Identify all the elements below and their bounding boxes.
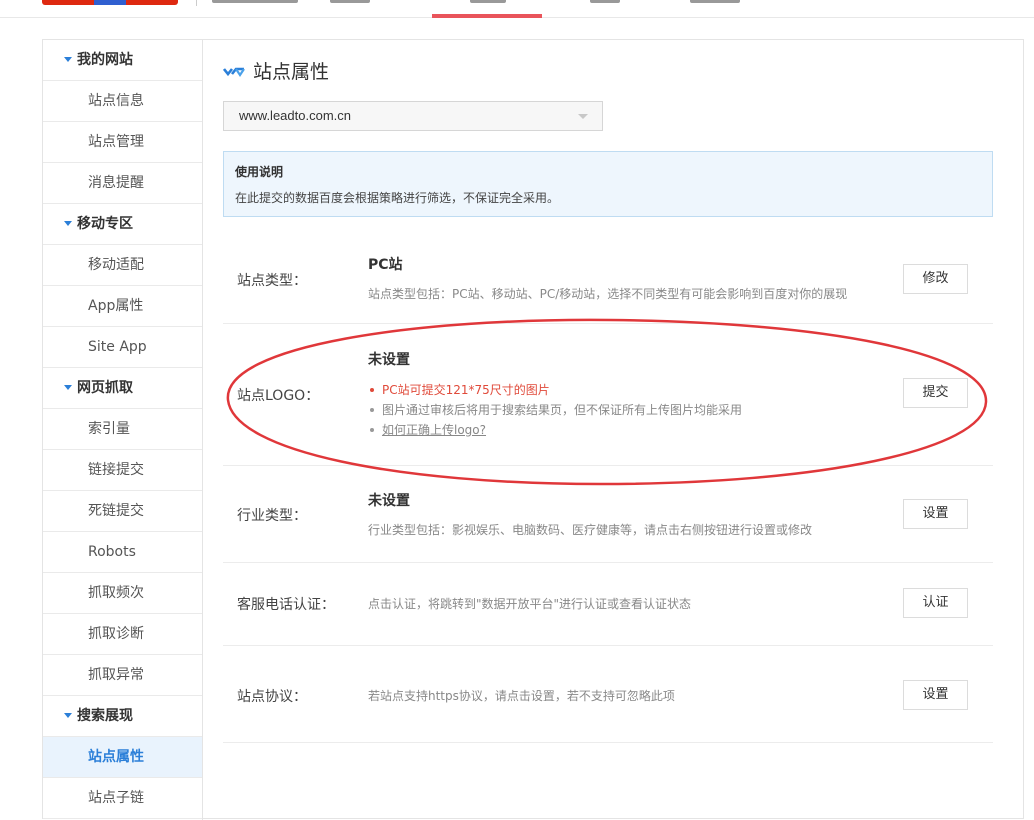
site-protocol-row: 站点协议： 若站点支持https协议，请点击设置，若不支持可忽略此项 设置	[223, 646, 993, 743]
top-header	[0, 0, 1034, 18]
site-logo-label: 站点LOGO：	[237, 388, 320, 404]
sidebar-item-site-app[interactable]: Site App	[43, 327, 202, 368]
sidebar-item-site-management[interactable]: 站点管理	[43, 122, 202, 163]
modify-site-type-button[interactable]: 修改	[903, 264, 968, 294]
sidebar-item-site-sublinks[interactable]: 站点子链	[43, 778, 202, 819]
set-industry-type-button[interactable]: 设置	[903, 499, 968, 529]
triangle-down-icon	[64, 57, 72, 62]
logo-help-link[interactable]: 如何正确上传logo?	[382, 423, 486, 437]
triangle-down-icon	[64, 713, 72, 718]
sidebar-item-crawl-frequency[interactable]: 抓取频次	[43, 573, 202, 614]
sidebar-group-search-display[interactable]: 搜索展现	[43, 696, 202, 737]
sidebar-item-crawl-diagnosis[interactable]: 抓取诊断	[43, 614, 202, 655]
sidebar-item-index-volume[interactable]: 索引量	[43, 409, 202, 450]
site-logo-value: 未设置	[368, 352, 410, 368]
sidebar-item-site-attributes[interactable]: 站点属性	[43, 737, 202, 778]
nav-item-fragment[interactable]	[590, 0, 620, 3]
site-type-description: 站点类型包括：PC站、移动站、PC/移动站，选择不同类型有可能会影响到百度对你的…	[368, 287, 848, 301]
check-chevrons-icon	[223, 67, 245, 77]
industry-type-description: 行业类型包括：影视娱乐、电脑数码、医疗健康等，请点击右侧按钮进行设置或修改	[368, 523, 813, 537]
sidebar: 我的网站 站点信息 站点管理 消息提醒 移动专区 移动适配 App属性 Site…	[43, 40, 203, 820]
usage-notice: 使用说明 在此提交的数据百度会根据策略进行筛选，不保证完全采用。	[223, 151, 993, 217]
industry-type-row: 行业类型： 未设置 行业类型包括：影视娱乐、电脑数码、医疗健康等，请点击右侧按钮…	[223, 466, 993, 563]
industry-type-value: 未设置	[368, 493, 410, 509]
site-type-row: 站点类型： PC站 站点类型包括：PC站、移动站、PC/移动站，选择不同类型有可…	[223, 243, 993, 324]
sidebar-item-crawl-errors[interactable]: 抓取异常	[43, 655, 202, 696]
nav-item-fragment[interactable]	[690, 0, 740, 3]
sidebar-item-app-attributes[interactable]: App属性	[43, 286, 202, 327]
industry-type-label: 行业类型：	[237, 508, 307, 524]
phone-verification-row: 客服电话认证： 点击认证，将跳转到"数据开放平台"进行认证或查看认证状态 认证	[223, 563, 993, 646]
site-protocol-label: 站点协议：	[237, 689, 307, 705]
page-layout: 我的网站 站点信息 站点管理 消息提醒 移动专区 移动适配 App属性 Site…	[42, 39, 1024, 820]
sidebar-item-message-reminder[interactable]: 消息提醒	[43, 163, 202, 204]
header-divider	[196, 0, 197, 6]
sidebar-item-site-info[interactable]: 站点信息	[43, 81, 202, 122]
sidebar-group-crawl[interactable]: 网页抓取	[43, 368, 202, 409]
baidu-logo[interactable]	[42, 0, 178, 5]
nav-item-fragment[interactable]	[212, 0, 298, 3]
site-type-label: 站点类型：	[237, 273, 307, 289]
triangle-down-icon	[64, 385, 72, 390]
site-protocol-description: 若站点支持https协议，请点击设置，若不支持可忽略此项	[368, 689, 675, 703]
main-content: 站点属性 www.leadto.com.cn 使用说明 在此提交的数据百度会根据…	[223, 40, 1013, 820]
sidebar-item-dead-link-submit[interactable]: 死链提交	[43, 491, 202, 532]
sidebar-item-mobile-adapt[interactable]: 移动适配	[43, 245, 202, 286]
phone-verification-label: 客服电话认证：	[237, 597, 335, 613]
submit-logo-button[interactable]: 提交	[903, 378, 968, 408]
site-select[interactable]: www.leadto.com.cn	[223, 101, 603, 131]
sidebar-item-link-submit[interactable]: 链接提交	[43, 450, 202, 491]
logo-guidelines-list: PC站可提交121*75尺寸的图片 图片通过审核后将用于搜索结果页，但不保证所有…	[368, 380, 742, 440]
site-logo-row: 站点LOGO： 未设置 PC站可提交121*75尺寸的图片 图片通过审核后将用于…	[223, 324, 993, 466]
logo-review-note: 图片通过审核后将用于搜索结果页，但不保证所有上传图片均能采用	[368, 400, 742, 420]
triangle-down-icon	[64, 221, 72, 226]
phone-verification-description: 点击认证，将跳转到"数据开放平台"进行认证或查看认证状态	[368, 597, 692, 611]
sidebar-group-mobile[interactable]: 移动专区	[43, 204, 202, 245]
set-site-protocol-button[interactable]: 设置	[903, 680, 968, 710]
notice-text: 在此提交的数据百度会根据策略进行筛选，不保证完全采用。	[235, 191, 560, 205]
nav-item-fragment[interactable]	[470, 0, 506, 3]
logo-size-requirement: PC站可提交121*75尺寸的图片	[368, 380, 742, 400]
sidebar-item-robots[interactable]: Robots	[43, 532, 202, 573]
active-tab-underline	[432, 14, 542, 18]
chevron-down-icon	[578, 114, 588, 119]
sidebar-group-my-sites[interactable]: 我的网站	[43, 40, 202, 81]
site-select-value: www.leadto.com.cn	[239, 108, 351, 123]
verify-phone-button[interactable]: 认证	[903, 588, 968, 618]
logo-help-item: 如何正确上传logo?	[368, 420, 742, 440]
notice-title: 使用说明	[235, 165, 284, 179]
site-type-value: PC站	[368, 257, 403, 273]
nav-item-fragment[interactable]	[330, 0, 370, 3]
